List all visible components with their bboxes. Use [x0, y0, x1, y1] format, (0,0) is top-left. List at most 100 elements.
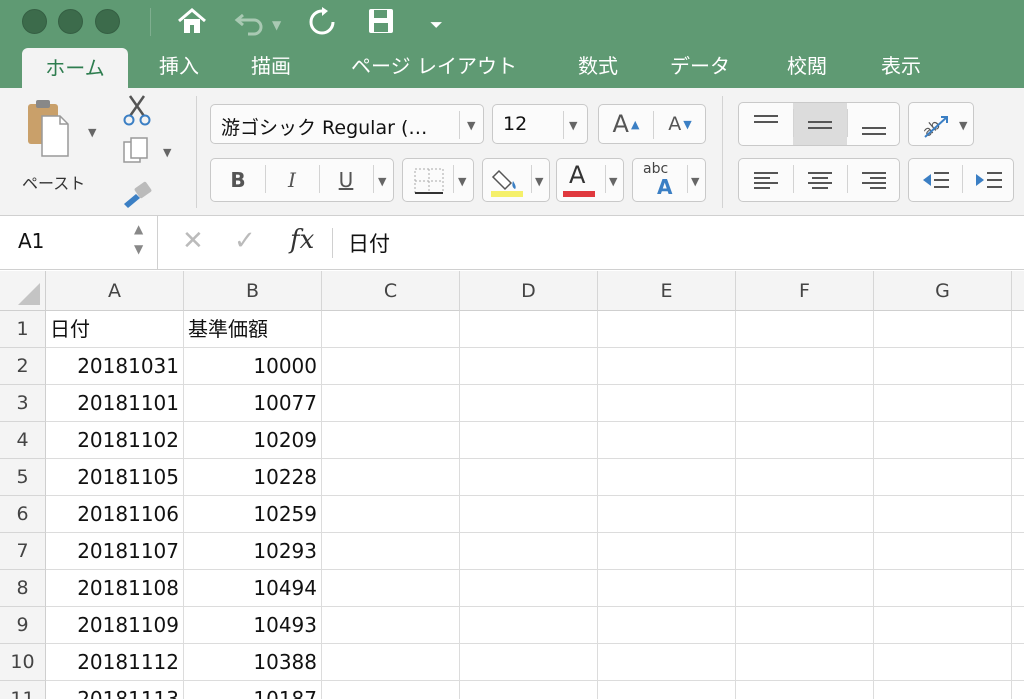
column-header-a[interactable]: A: [46, 271, 184, 311]
cell[interactable]: 20181112: [46, 644, 184, 681]
align-top-button[interactable]: [739, 103, 793, 145]
minimize-window-button[interactable]: [58, 9, 83, 34]
cell[interactable]: [736, 570, 874, 607]
save-icon[interactable]: [366, 6, 396, 43]
align-bottom-button[interactable]: [847, 103, 901, 145]
row-header[interactable]: 4: [0, 422, 46, 459]
cell[interactable]: 10228: [184, 459, 322, 496]
tab-data[interactable]: データ: [660, 44, 740, 88]
cell[interactable]: [598, 348, 736, 385]
underline-button[interactable]: U: [319, 159, 373, 201]
cell[interactable]: [736, 644, 874, 681]
cell[interactable]: [598, 533, 736, 570]
cell[interactable]: [736, 422, 874, 459]
confirm-edit-icon[interactable]: ✓: [234, 226, 256, 256]
insert-function-button[interactable]: fx: [290, 225, 314, 255]
cell[interactable]: [322, 459, 460, 496]
row-header[interactable]: 6: [0, 496, 46, 533]
column-header-f[interactable]: F: [736, 271, 874, 311]
align-middle-button[interactable]: [793, 103, 847, 145]
increase-font-size-button[interactable]: A ▲: [599, 105, 653, 143]
tab-draw[interactable]: 描画: [238, 44, 304, 88]
underline-dropdown-icon[interactable]: ▼: [378, 175, 386, 188]
formula-input[interactable]: 日付: [348, 228, 390, 258]
cell[interactable]: 20181107: [46, 533, 184, 570]
tab-home[interactable]: ホーム: [22, 48, 128, 88]
cell[interactable]: [598, 644, 736, 681]
cell[interactable]: [1012, 681, 1024, 699]
fill-color-button[interactable]: ▼: [482, 158, 550, 202]
cell[interactable]: [736, 607, 874, 644]
cell[interactable]: [1012, 422, 1024, 459]
cell[interactable]: [322, 385, 460, 422]
column-header-e[interactable]: E: [598, 271, 736, 311]
cell[interactable]: 10209: [184, 422, 322, 459]
cell[interactable]: [460, 681, 598, 699]
cell[interactable]: [460, 385, 598, 422]
row-header[interactable]: 3: [0, 385, 46, 422]
column-header-next[interactable]: [1012, 271, 1024, 311]
align-left-button[interactable]: [739, 159, 793, 201]
row-header[interactable]: 10: [0, 644, 46, 681]
zoom-window-button[interactable]: [95, 9, 120, 34]
cell[interactable]: [460, 607, 598, 644]
cell[interactable]: [736, 496, 874, 533]
font-name-select[interactable]: 游ゴシック Regular (… ▼: [210, 104, 484, 144]
close-window-button[interactable]: [22, 9, 47, 34]
cell[interactable]: [460, 311, 598, 348]
cell[interactable]: [460, 644, 598, 681]
cell[interactable]: 20181113: [46, 681, 184, 699]
cell[interactable]: 10187: [184, 681, 322, 699]
cell[interactable]: 20181109: [46, 607, 184, 644]
cell[interactable]: 20181102: [46, 422, 184, 459]
cut-icon[interactable]: [122, 94, 152, 130]
cell[interactable]: 20181101: [46, 385, 184, 422]
cell[interactable]: [874, 496, 1012, 533]
cell[interactable]: [736, 533, 874, 570]
cell[interactable]: [322, 422, 460, 459]
cell[interactable]: 20181031: [46, 348, 184, 385]
column-header-b[interactable]: B: [184, 271, 322, 311]
cell[interactable]: [460, 348, 598, 385]
phonetic-guide-button[interactable]: abc A ▼: [632, 158, 706, 202]
increase-indent-button[interactable]: [962, 159, 1015, 201]
redo-icon[interactable]: [306, 6, 338, 43]
cell[interactable]: [1012, 385, 1024, 422]
italic-button[interactable]: I: [265, 159, 319, 201]
cell[interactable]: [1012, 348, 1024, 385]
cell[interactable]: [598, 385, 736, 422]
cell[interactable]: 20181105: [46, 459, 184, 496]
cell[interactable]: [460, 533, 598, 570]
cell[interactable]: [322, 570, 460, 607]
cell[interactable]: [1012, 644, 1024, 681]
row-header[interactable]: 11: [0, 681, 46, 699]
row-header[interactable]: 7: [0, 533, 46, 570]
select-all-button[interactable]: [0, 271, 46, 311]
cell[interactable]: 10293: [184, 533, 322, 570]
borders-button[interactable]: ▼: [402, 158, 474, 202]
cell[interactable]: 基準価額: [184, 311, 322, 348]
tab-view[interactable]: 表示: [868, 44, 934, 88]
cell[interactable]: [598, 570, 736, 607]
undo-dropdown-icon[interactable]: ▼: [272, 10, 281, 40]
align-center-button[interactable]: [793, 159, 847, 201]
paste-dropdown-icon[interactable]: ▼: [88, 126, 96, 139]
stepper-down-icon[interactable]: ▼: [134, 242, 143, 256]
tab-insert[interactable]: 挿入: [146, 44, 212, 88]
row-header[interactable]: 8: [0, 570, 46, 607]
cell[interactable]: 10493: [184, 607, 322, 644]
cancel-edit-icon[interactable]: ✕: [182, 226, 204, 256]
cell[interactable]: [1012, 459, 1024, 496]
cell[interactable]: [1012, 533, 1024, 570]
cell[interactable]: [598, 607, 736, 644]
row-header[interactable]: 5: [0, 459, 46, 496]
cell[interactable]: 20181106: [46, 496, 184, 533]
cell[interactable]: [874, 533, 1012, 570]
cell[interactable]: [322, 348, 460, 385]
column-header-c[interactable]: C: [322, 271, 460, 311]
cell[interactable]: [736, 348, 874, 385]
cell[interactable]: [874, 385, 1012, 422]
cell[interactable]: [460, 459, 598, 496]
column-header-d[interactable]: D: [460, 271, 598, 311]
cell[interactable]: 10077: [184, 385, 322, 422]
